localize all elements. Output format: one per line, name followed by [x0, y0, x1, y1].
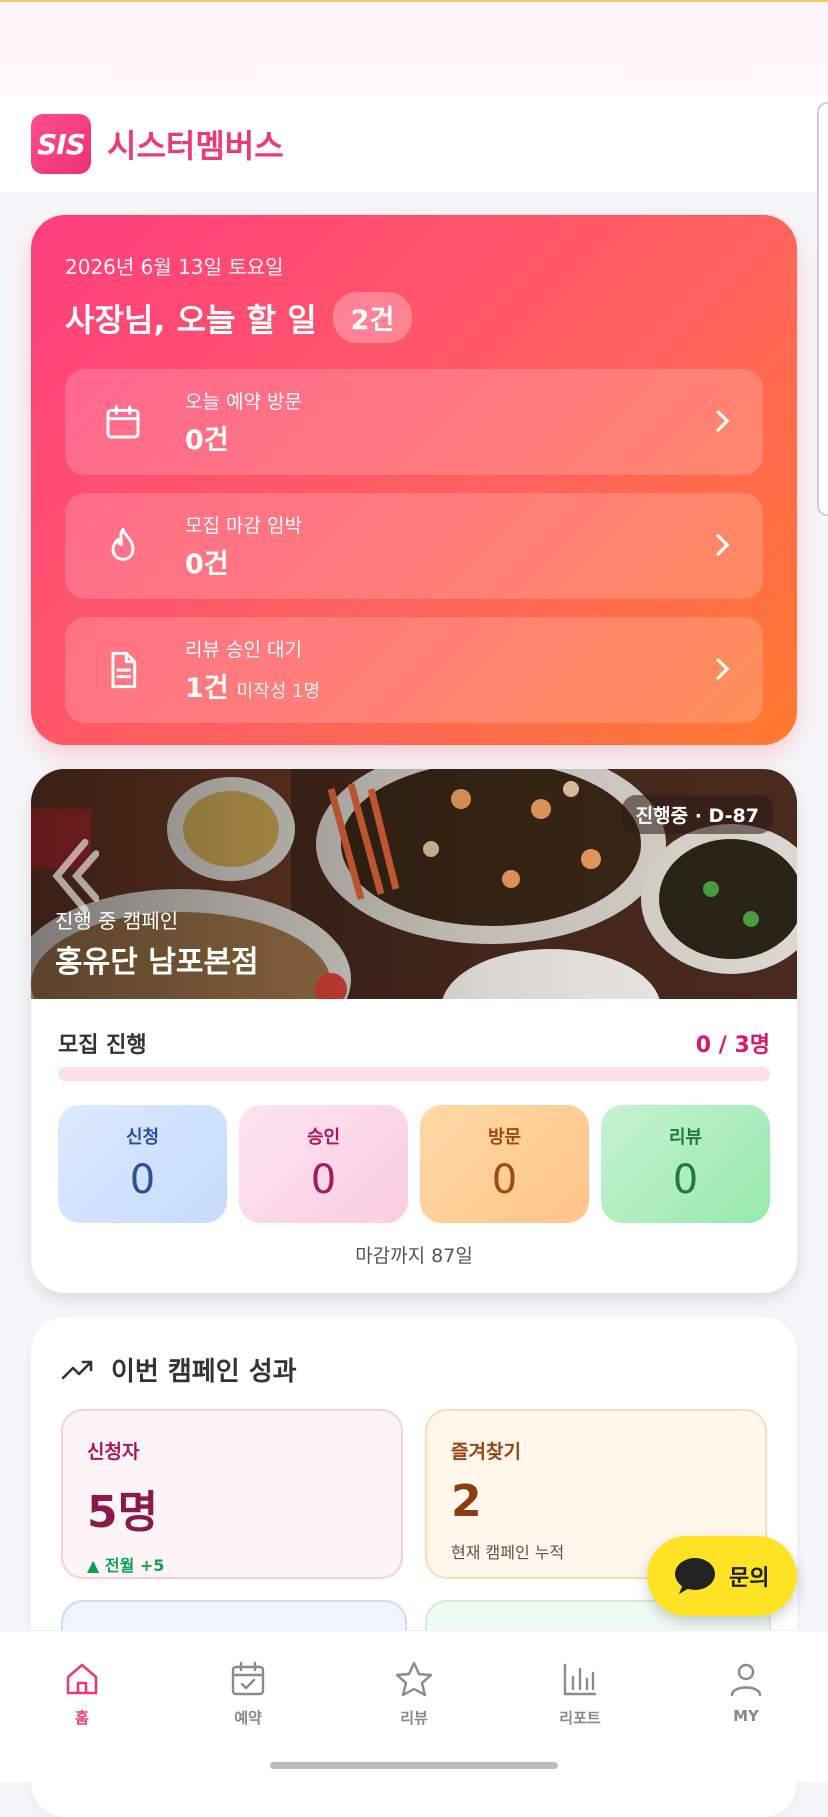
- recruit-label: 모집 진행: [58, 1033, 147, 1058]
- app-header: SIS 시스터멤버스: [0, 96, 828, 192]
- recruit-value: 0 / 3명: [695, 1033, 770, 1058]
- task-label: 리뷰 승인 대기: [185, 639, 302, 661]
- recruit-row: 모집 진행 0 / 3명: [58, 1027, 770, 1059]
- home-icon: [66, 1663, 98, 1695]
- nav-my[interactable]: MY: [686, 1659, 806, 1725]
- bottom-navigation: 홈 예약 리뷰 리포트 MY: [0, 1630, 828, 1782]
- nav-report[interactable]: 리포트: [520, 1659, 640, 1728]
- stat-label: 승인: [306, 1127, 341, 1148]
- metric-value: 2: [451, 1476, 482, 1527]
- campaign-stats: 신청 0 승인 0 방문 0 리뷰 0: [58, 1105, 770, 1223]
- today-title: 사장님, 오늘 할 일: [65, 300, 317, 339]
- nav-label: 리포트: [559, 1709, 601, 1727]
- stat-review[interactable]: 리뷰 0: [601, 1105, 770, 1223]
- performance-title: 이번 캠페인 성과: [111, 1357, 297, 1387]
- task-value: 1건 미작성 1명: [185, 666, 320, 705]
- metric-applicants[interactable]: 신청자 5명 ▲ 전월 +5: [61, 1409, 403, 1579]
- status-bar: [0, 0, 828, 96]
- document-icon: [111, 651, 137, 689]
- calendar-icon: [106, 405, 140, 439]
- metric-trend: ▲ 전월 +5: [87, 1556, 165, 1575]
- star-icon: [395, 1661, 433, 1697]
- metric-value: 5명: [87, 1487, 159, 1538]
- task-label: 오늘 예약 방문: [185, 391, 302, 413]
- nav-reservation[interactable]: 예약: [188, 1659, 308, 1728]
- stat-value: 0: [129, 1157, 156, 1203]
- chevron-right-icon: [716, 410, 730, 432]
- user-icon: [730, 1663, 762, 1697]
- home-indicator[interactable]: [270, 1762, 558, 1769]
- task-subtext: 미작성 1명: [236, 681, 321, 702]
- campaign-food-image: 진행중 · D-87 진행 중 캠페인 홍유단 남포본점: [31, 769, 797, 999]
- stat-value: 0: [672, 1157, 699, 1203]
- stat-visit[interactable]: 방문 0: [420, 1105, 589, 1223]
- today-count-badge: 2건: [332, 292, 413, 343]
- stat-apply[interactable]: 신청 0: [58, 1105, 227, 1223]
- nav-label: MY: [733, 1707, 759, 1725]
- stat-label: 방문: [487, 1127, 522, 1148]
- stat-label: 신청: [125, 1127, 160, 1148]
- stat-value: 0: [310, 1157, 337, 1203]
- recruit-progress-bar: [58, 1067, 770, 1081]
- nav-home[interactable]: 홈: [22, 1659, 142, 1728]
- nav-label: 리뷰: [400, 1709, 428, 1727]
- chevron-right-icon: [716, 534, 730, 556]
- task-value: 0건: [185, 425, 229, 456]
- task-row-review[interactable]: 리뷰 승인 대기 1건 미작성 1명: [65, 617, 763, 723]
- task-value-number: 1건: [185, 673, 229, 704]
- campaign-card[interactable]: 진행중 · D-87 진행 중 캠페인 홍유단 남포본점 모집 진행 0 / 3…: [31, 769, 797, 1293]
- inquiry-label: 문의: [729, 1566, 770, 1591]
- app-logo[interactable]: SIS: [31, 114, 91, 174]
- metric-label: 즐겨찾기: [451, 1441, 521, 1463]
- task-row-reservation[interactable]: 오늘 예약 방문 0건: [65, 369, 763, 475]
- trending-up-icon: [61, 1360, 93, 1379]
- flame-icon: [111, 527, 135, 561]
- nav-label: 예약: [234, 1709, 262, 1727]
- task-value: 0건: [185, 549, 229, 580]
- metric-label: 신청자: [87, 1441, 140, 1463]
- campaign-status-badge: 진행중 · D-87: [621, 795, 773, 834]
- campaign-subtitle: 진행 중 캠페인: [55, 909, 179, 933]
- task-row-deadline[interactable]: 모집 마감 임박 0건: [65, 493, 763, 599]
- task-label: 모집 마감 임박: [185, 515, 302, 537]
- deadline-text: 마감까지 87일: [355, 1245, 473, 1267]
- stat-value: 0: [491, 1157, 518, 1203]
- bar-chart-icon: [563, 1663, 597, 1696]
- chevron-right-icon: [716, 658, 730, 680]
- chat-bubble-icon: [675, 1558, 715, 1594]
- campaign-name: 홍유단 남포본점: [55, 945, 259, 980]
- today-tasks-card: 2026년 6월 13일 토요일 사장님, 오늘 할 일 2건 오늘 예약 방문…: [31, 215, 797, 745]
- calendar-check-icon: [231, 1661, 265, 1696]
- nav-review[interactable]: 리뷰: [354, 1659, 474, 1728]
- stat-approve[interactable]: 승인 0: [239, 1105, 408, 1223]
- today-date: 2026년 6월 13일 토요일: [65, 255, 284, 279]
- inquiry-chat-button[interactable]: 문의: [647, 1536, 797, 1616]
- stat-label: 리뷰: [668, 1127, 703, 1148]
- task-list: 오늘 예약 방문 0건 모집 마감 임박 0건 리뷰 승인 대기 1건 미작성 1…: [65, 369, 763, 723]
- nav-label: 홈: [75, 1709, 89, 1727]
- app-name: 시스터멤버스: [107, 127, 284, 165]
- side-panel-handle[interactable]: [817, 102, 828, 516]
